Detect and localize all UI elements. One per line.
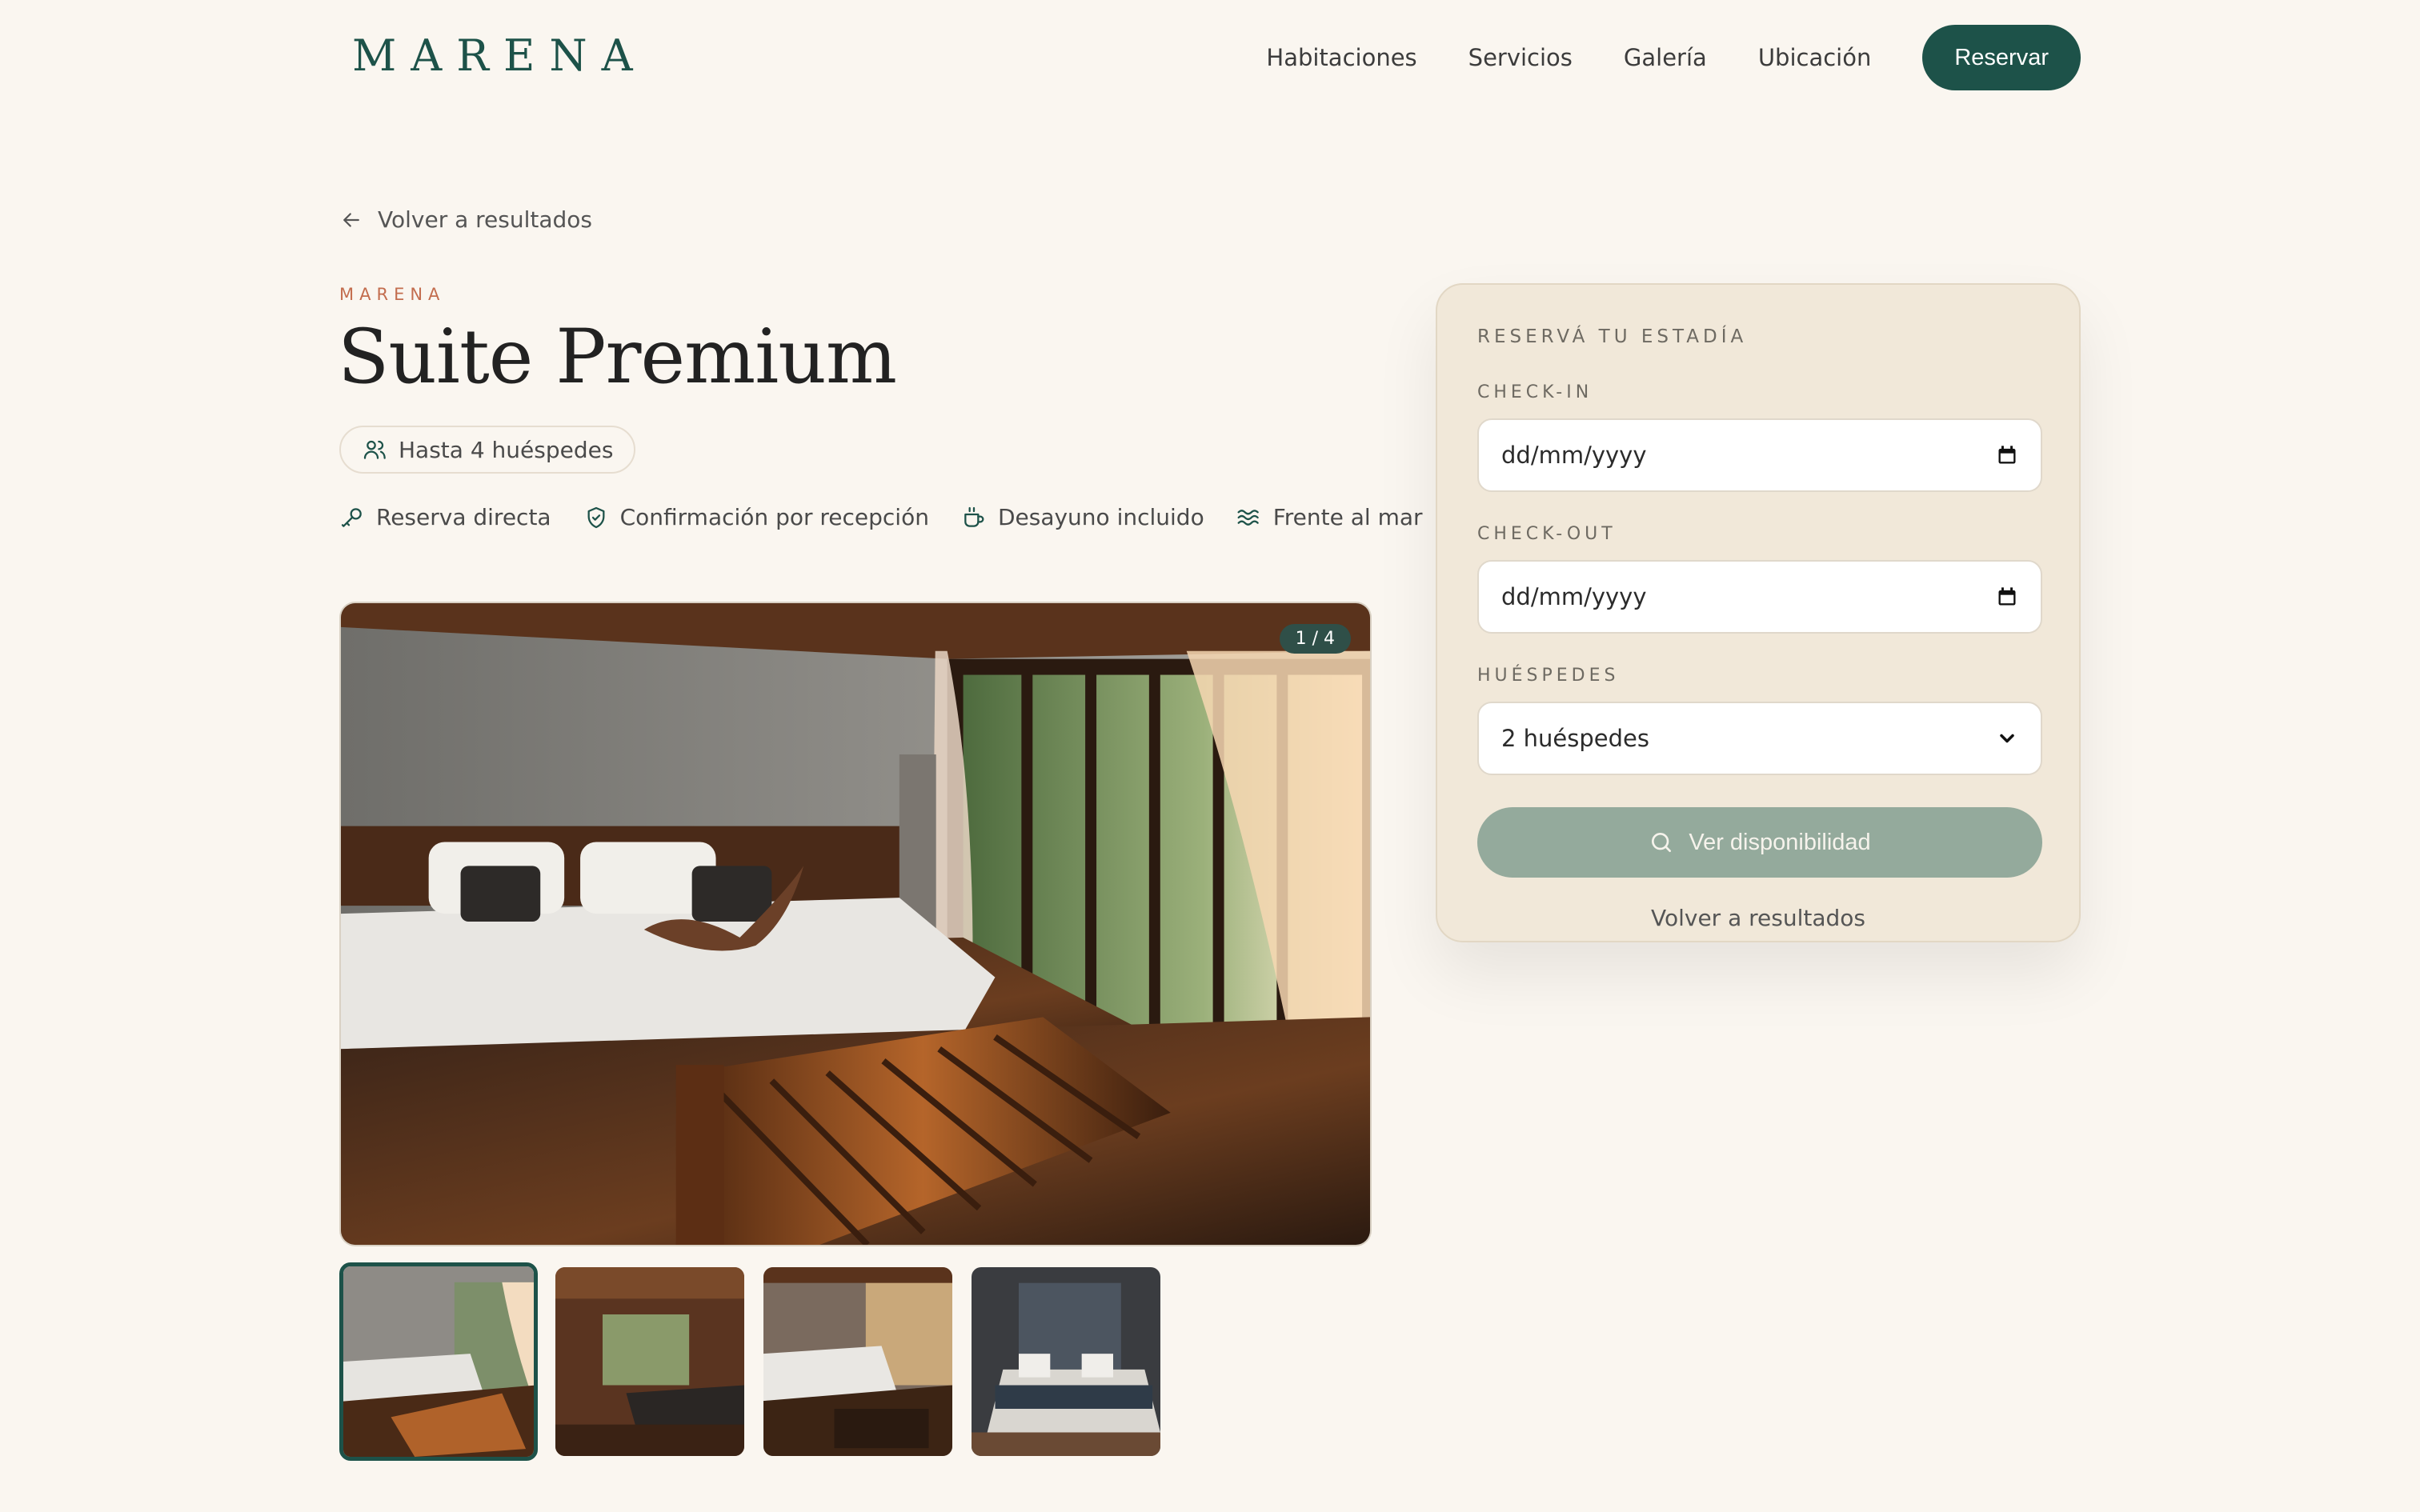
checkin-label: CHECK-IN	[1477, 382, 1593, 402]
gallery-thumb-1[interactable]	[339, 1262, 538, 1461]
calendar-icon[interactable]	[1996, 586, 2018, 608]
site-header: MARENA Habitaciones Servicios Galería Ub…	[0, 0, 2420, 116]
checkout-date-input[interactable]: dd/mm/yyyy	[1477, 560, 2042, 634]
capacity-badge: Hasta 4 huéspedes	[339, 426, 636, 474]
gallery-thumb-3[interactable]	[762, 1266, 954, 1458]
thumb-image	[763, 1267, 952, 1456]
users-icon	[363, 440, 386, 459]
brand-eyebrow: MARENA	[339, 285, 446, 304]
feature-label: Desayuno incluido	[997, 504, 1204, 530]
gallery-thumbnails	[339, 1262, 1162, 1461]
gallery-thumb-2[interactable]	[554, 1266, 746, 1458]
feature-item: Confirmación por recepción	[583, 504, 929, 530]
features-list: Reserva directa Confirmación por recepci…	[339, 504, 1455, 530]
nav-link-servicios[interactable]: Servicios	[1468, 24, 1573, 91]
feature-label: Frente al mar	[1272, 504, 1423, 530]
calendar-icon[interactable]	[1996, 444, 2018, 466]
checkout-value: dd/mm/yyyy	[1501, 583, 1647, 610]
gallery-main-image[interactable]: 1 / 4	[339, 602, 1372, 1246]
booking-heading: RESERVÁ TU ESTADÍA	[1477, 326, 1748, 347]
guests-select[interactable]: 2 huéspedes	[1477, 702, 2042, 775]
room-photo	[341, 603, 1370, 1245]
check-availability-button[interactable]: Ver disponibilidad	[1477, 807, 2042, 878]
guests-label: HUÉSPEDES	[1477, 666, 1620, 686]
feature-item: Desayuno incluido	[961, 504, 1204, 530]
check-availability-label: Ver disponibilidad	[1689, 829, 1871, 855]
back-link-label: Volver a resultados	[378, 206, 593, 233]
card-back-to-results-link[interactable]: Volver a resultados	[1477, 905, 2039, 931]
thumb-image	[972, 1267, 1160, 1456]
feature-label: Reserva directa	[376, 504, 551, 530]
brand-logo[interactable]: MARENA	[352, 30, 647, 81]
coffee-icon	[964, 506, 984, 527]
main-nav: Habitaciones Servicios Galería Ubicación…	[1266, 24, 2081, 91]
guests-value: 2 huéspedes	[1501, 725, 1649, 752]
capacity-label: Hasta 4 huéspedes	[399, 436, 614, 463]
nav-link-ubicacion[interactable]: Ubicación	[1758, 24, 1872, 91]
nav-link-galeria[interactable]: Galería	[1624, 24, 1707, 91]
thumb-image	[555, 1267, 744, 1456]
feature-label: Confirmación por recepción	[619, 504, 929, 530]
feature-item: Reserva directa	[339, 504, 551, 530]
thumb-image	[343, 1266, 534, 1457]
key-icon	[341, 507, 362, 527]
arrow-left-icon	[343, 212, 359, 227]
chevron-down-icon	[2000, 734, 2014, 743]
reserve-button[interactable]: Reservar	[1922, 25, 2081, 90]
checkout-label: CHECK-OUT	[1477, 524, 1617, 544]
feature-item: Frente al mar	[1236, 504, 1423, 530]
checkin-date-input[interactable]: dd/mm/yyyy	[1477, 418, 2042, 492]
shield-check-icon	[587, 506, 605, 528]
page-title: Suite Premium	[338, 314, 897, 401]
gallery-thumb-4[interactable]	[970, 1266, 1162, 1458]
waves-icon	[1237, 509, 1259, 526]
back-to-results-link[interactable]: Volver a resultados	[339, 206, 592, 233]
gallery-counter: 1 / 4	[1279, 624, 1351, 654]
search-icon	[1652, 833, 1672, 852]
checkin-value: dd/mm/yyyy	[1501, 442, 1647, 469]
booking-card: RESERVÁ TU ESTADÍA CHECK-IN dd/mm/yyyy C…	[1436, 283, 2081, 942]
nav-link-habitaciones[interactable]: Habitaciones	[1266, 24, 1416, 91]
